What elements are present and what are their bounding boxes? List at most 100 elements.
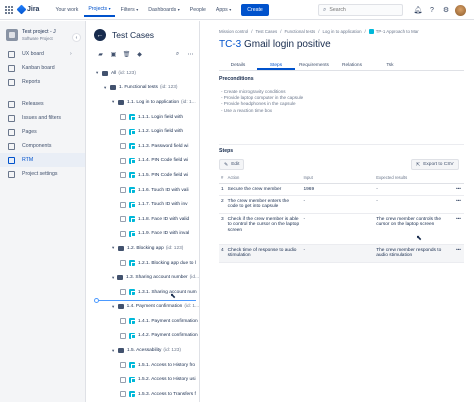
sidebar-item-pages[interactable]: Pages: [0, 125, 85, 139]
more-actions-icon[interactable]: •••: [449, 213, 464, 245]
nav-items: Your work Projects ▾ Filters ▾ Dashboards ▾ Peo…: [51, 3, 237, 17]
checkbox[interactable]: [120, 391, 126, 398]
sidebar-item-kanban-board[interactable]: Kanban board: [0, 61, 85, 75]
test-case-icon: [129, 157, 136, 165]
checkbox[interactable]: [120, 332, 126, 339]
sidebar-item-reports[interactable]: Reports: [0, 75, 85, 89]
nav-item-projects[interactable]: Projects ▾: [84, 3, 115, 17]
test-case-icon: [129, 318, 136, 325]
more-actions-icon[interactable]: •••: [449, 183, 464, 196]
tab-relations[interactable]: Relations: [333, 61, 371, 70]
chevron-down-icon[interactable]: ▾: [112, 304, 118, 310]
tree-test-case[interactable]: 1.1.4. PIN Code field wi: [87, 154, 199, 169]
checkbox[interactable]: [120, 201, 126, 208]
checkbox[interactable]: [120, 172, 126, 179]
tree-test-case[interactable]: 1.1.8. Face ID with valid: [87, 212, 199, 227]
notifications-icon[interactable]: 🔔︎: [412, 4, 424, 16]
sidebar-item-ux-board[interactable]: UX board ›: [0, 47, 85, 61]
tree-test-case[interactable]: 1.1.2. Login field with: [87, 124, 199, 139]
nav-item-dashboards[interactable]: Dashboards ▾: [144, 3, 184, 17]
checkbox[interactable]: [120, 318, 126, 325]
settings-icon[interactable]: ⚙: [440, 4, 452, 16]
breadcrumb-item[interactable]: Test Cases: [256, 29, 278, 34]
more-icon[interactable]: ⋯: [186, 50, 195, 59]
table-row[interactable]: 4 Check time of response to audio stimula…: [219, 244, 464, 263]
table-row[interactable]: 1 Secure the crew member 1969- •••: [219, 183, 464, 196]
table-row[interactable]: 3 Check if the crew member is able to con…: [219, 213, 464, 245]
sidebar-item-project-settings[interactable]: Project settings: [0, 167, 85, 181]
checkbox[interactable]: [120, 114, 126, 121]
search-input[interactable]: [329, 7, 400, 13]
tab-details[interactable]: Details: [219, 61, 257, 70]
components-icon: [8, 142, 15, 150]
search-icon[interactable]: ⌕: [173, 50, 182, 59]
tree-folder[interactable]: ▾ 1.2. Blocking app (id: 123): [87, 241, 199, 256]
tree-folder[interactable]: ▾ 1.3. Sharing account number (id...: [87, 270, 199, 285]
avatar[interactable]: [455, 4, 466, 16]
app-switcher-icon[interactable]: [5, 5, 13, 14]
collapse-sidebar-button[interactable]: ‹: [72, 33, 81, 42]
checkbox[interactable]: [120, 187, 126, 194]
nav-item-filters[interactable]: Filters ▾: [117, 3, 143, 17]
tree-test-case[interactable]: 1.1.3. Password field wi: [87, 139, 199, 154]
tree-folder[interactable]: ▾ 1. Functional tests (id: 123): [87, 81, 199, 96]
tree-folder[interactable]: ▾ All (id: 123): [87, 66, 199, 81]
breadcrumb-item[interactable]: Mission control: [219, 29, 248, 34]
table-row[interactable]: 2 The crew member enters the code to get …: [219, 195, 464, 214]
back-arrow-icon[interactable]: ←: [94, 29, 106, 41]
search-box[interactable]: ⌕: [318, 4, 403, 16]
sidebar-item-components[interactable]: Components: [0, 139, 85, 153]
nav-item-people[interactable]: People: [186, 3, 210, 17]
tree-folder[interactable]: ▾ 1.1. Log in to application (id: 1...: [87, 95, 199, 110]
nav-item-your-work[interactable]: Your work: [51, 3, 82, 17]
sidebar-item-rtm[interactable]: RTM: [0, 153, 85, 167]
tab-tsk[interactable]: Tsk: [371, 61, 409, 70]
jira-logo[interactable]: Jira: [16, 4, 39, 15]
tab-requirements[interactable]: Requirements: [295, 61, 333, 70]
checkbox[interactable]: [120, 157, 126, 164]
export-csv-button[interactable]: ⇱ Export to CSV: [411, 159, 459, 170]
checkbox[interactable]: [120, 260, 126, 267]
new-folder-icon[interactable]: ▰: [96, 50, 105, 59]
breadcrumb-item[interactable]: Functional tests: [284, 29, 315, 34]
issue-key[interactable]: TC-3: [219, 39, 241, 50]
sidebar-item-issues-and-filters[interactable]: Issues and filters: [0, 111, 85, 125]
checkbox[interactable]: [120, 128, 126, 135]
edit-button[interactable]: ✎ Edit: [219, 159, 245, 170]
more-actions-icon[interactable]: •••: [449, 244, 464, 263]
checkbox[interactable]: [120, 143, 126, 150]
help-icon[interactable]: ?: [426, 4, 438, 16]
tree-test-case[interactable]: 1.5.1. Access to History fro: [87, 358, 199, 373]
tree-list: ▾ All (id: 123) ▾ 1. Functional tests (id: 12…: [87, 66, 199, 402]
tree-test-case[interactable]: 1.5.3. Access to Transfers f: [87, 387, 199, 402]
tree-test-case[interactable]: 1.4.1. Payment confirmation: [87, 314, 199, 329]
breadcrumb-item[interactable]: TP-1 Approach to Mar: [376, 29, 419, 34]
tree-test-case[interactable]: 1.1.5. PIN Code field wi: [87, 168, 199, 183]
delete-icon[interactable]: 🗑︎: [122, 50, 131, 59]
tree-folder[interactable]: ▾ 1.4. Payment confirmation (id: 1...: [87, 300, 199, 315]
create-button[interactable]: Create: [241, 3, 269, 16]
issue-title[interactable]: Gmail login positive: [244, 39, 331, 50]
tree-test-case[interactable]: 1.1.9. Face ID with inval: [87, 227, 199, 242]
sidebar-item-releases[interactable]: Releases: [0, 97, 85, 111]
tree-folder[interactable]: ▾ 1.5. Acessability (id: 123): [87, 343, 199, 358]
more-actions-icon[interactable]: •••: [449, 195, 464, 214]
tab-steps[interactable]: Steps: [257, 61, 295, 70]
tree-test-case[interactable]: 1.2.1. Blocking app due to l: [87, 256, 199, 271]
new-test-case-icon[interactable]: ▣: [109, 50, 118, 59]
divider: [219, 144, 464, 145]
checkbox[interactable]: [120, 230, 126, 237]
tree-test-case[interactable]: 1.1.6. Touch ID with vali: [87, 183, 199, 198]
breadcrumb-item[interactable]: Log in to application: [322, 29, 361, 34]
nav-item-apps[interactable]: Apps ▾: [212, 3, 235, 17]
tree-test-case[interactable]: 1.3.1. Sharing account num: [87, 285, 199, 300]
tree-test-case[interactable]: 1.5.2. Access to History usi: [87, 372, 199, 387]
checkbox[interactable]: [120, 289, 126, 296]
checkbox[interactable]: [120, 362, 126, 369]
tag-icon[interactable]: ◆: [135, 50, 144, 59]
tree-test-case[interactable]: 1.1.1. Login field with: [87, 110, 199, 125]
tree-test-case[interactable]: 1.4.2. Payment confirmation: [87, 329, 199, 344]
checkbox[interactable]: [120, 376, 126, 383]
tree-test-case[interactable]: 1.1.7. Touch ID with inv: [87, 197, 199, 212]
checkbox[interactable]: [120, 216, 126, 223]
